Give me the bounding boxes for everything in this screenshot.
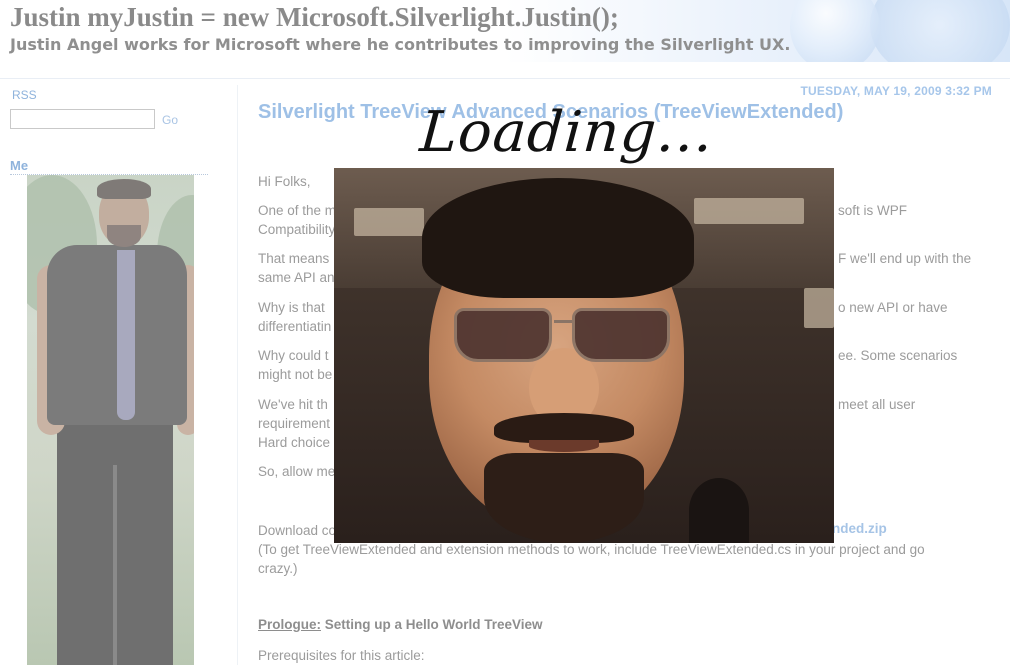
post-paragraph-2-line2: same API an (258, 270, 335, 285)
post-greeting: Hi Folks, (258, 174, 311, 189)
sidebar-divider (237, 85, 238, 665)
download-text: Download co (258, 523, 337, 538)
post-paragraph-5-right: meet all user (838, 397, 916, 412)
post-date: TUESDAY, MAY 19, 2009 3:32 PM (800, 84, 992, 98)
post-paragraph-2: That means (258, 251, 330, 266)
post-paragraph-5-line2: requirement (258, 416, 331, 431)
blog-title[interactable]: Justin myJustin = new Microsoft.Silverli… (10, 2, 619, 33)
prologue-label: Prologue: (258, 617, 321, 632)
search-input[interactable] (10, 109, 155, 129)
post-paragraph-1: One of the m (258, 203, 337, 218)
post-paragraph-4: Why could t (258, 348, 329, 363)
post-paragraph-6: So, allow me (258, 464, 336, 479)
me-heading: Me (10, 158, 208, 175)
loading-text: Loading... (417, 100, 716, 165)
blog-tagline: Justin Angel works for Microsoft where h… (10, 35, 791, 54)
loading-photo (334, 168, 834, 543)
rss-link[interactable]: RSS (12, 88, 37, 102)
post-paragraph-4-line2: might not be (258, 367, 333, 382)
prerequisites-text: Prerequisites for this article: (258, 648, 425, 663)
post-paragraph-2-right: F we'll end up with the (838, 251, 972, 266)
header-decoration-orb (790, 0, 880, 62)
post-paragraph-5-line3: Hard choice (258, 435, 331, 450)
author-photo (27, 175, 194, 665)
post-paragraph-5: We've hit th (258, 397, 328, 412)
post-paragraph-3-right: o new API or have (838, 300, 948, 315)
header-divider (0, 78, 1010, 79)
post-paragraph-4-right: ee. Some scenarios (838, 348, 958, 363)
header-decoration (870, 0, 1010, 62)
blog-header: Justin myJustin = new Microsoft.Silverli… (0, 0, 1010, 62)
prologue-text: Setting up a Hello World TreeView (321, 617, 543, 632)
post-paragraph-1-right: soft is WPF (838, 203, 908, 218)
post-paragraph-1-line2: Compatibility (258, 222, 336, 237)
post-paragraph-3-line2: differentiatin (258, 319, 332, 334)
search-go-button[interactable]: Go (162, 113, 178, 127)
download-zip-link[interactable]: nded.zip (832, 521, 887, 536)
download-note-line2: crazy.) (258, 561, 298, 576)
prologue-heading: Prologue: Setting up a Hello World TreeV… (258, 617, 543, 632)
post-paragraph-3: Why is that (258, 300, 325, 315)
